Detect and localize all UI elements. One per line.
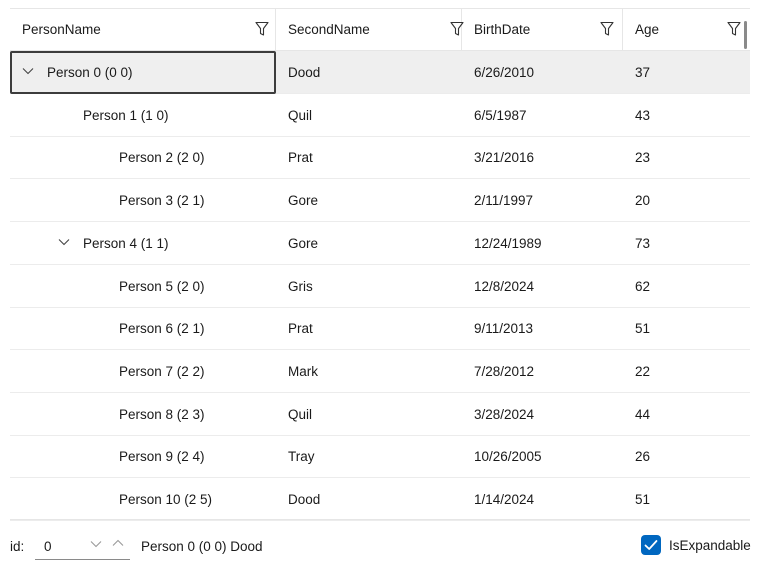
- filter-icon[interactable]: [255, 21, 269, 37]
- second-name-cell: Prat: [288, 321, 313, 337]
- birth-date-cell: 3/21/2016: [474, 150, 535, 166]
- person-name-cell: Person 4 (1 1): [83, 235, 169, 251]
- chevron-down-icon[interactable]: [90, 540, 102, 548]
- filter-icon[interactable]: [727, 21, 741, 37]
- table-row[interactable]: Person 5 (2 0) Gris 12/8/2024 62: [10, 265, 750, 308]
- age-cell: 51: [635, 321, 651, 337]
- age-cell: 20: [635, 193, 651, 209]
- table-row[interactable]: Person 0 (0 0) Dood 6/26/2010 37: [10, 51, 750, 94]
- id-label: id:: [10, 539, 25, 554]
- birth-date-cell: 3/28/2024: [474, 406, 535, 422]
- person-name-cell: Person 9 (2 4): [119, 449, 205, 465]
- chevron-down-icon[interactable]: [22, 67, 34, 75]
- age-cell: 51: [635, 492, 651, 507]
- table-row[interactable]: Person 10 (2 5) Dood 1/14/2024 51: [10, 478, 750, 521]
- person-name-cell: Person 0 (0 0): [47, 65, 133, 80]
- person-name-cell: Person 2 (2 0): [119, 150, 205, 166]
- column-header-second-name[interactable]: SecondName: [276, 9, 464, 50]
- table-row[interactable]: Person 8 (2 3) Quil 3/28/2024 44: [10, 393, 750, 436]
- birth-date-cell: 2/11/1997: [474, 193, 534, 209]
- table-row[interactable]: Person 2 (2 0) Prat 3/21/2016 23: [10, 136, 750, 180]
- table-row[interactable]: Person 3 (2 1) Gore 2/11/1997 20: [10, 179, 750, 223]
- birth-date-cell: 6/26/2010: [474, 65, 535, 80]
- id-number-box[interactable]: 0: [35, 530, 130, 560]
- second-name-cell: Dood: [288, 65, 321, 80]
- table-row[interactable]: Person 1 (1 0) Quil 6/5/1987 43: [10, 94, 750, 137]
- age-cell: 44: [635, 406, 651, 422]
- age-cell: 26: [635, 449, 651, 465]
- grid-header: PersonName SecondName BirthDate Age: [10, 9, 750, 51]
- selected-item-text: Person 0 (0 0) Dood: [141, 539, 263, 554]
- person-name-cell: Person 7 (2 2): [119, 363, 205, 379]
- second-name-cell: Gore: [288, 193, 319, 209]
- person-name-cell: Person 3 (2 1): [119, 193, 205, 209]
- person-name-cell: Person 10 (2 5): [119, 492, 213, 507]
- column-header-person-name[interactable]: PersonName: [10, 9, 276, 50]
- column-header-age[interactable]: Age: [623, 9, 750, 50]
- age-cell: 37: [635, 65, 651, 80]
- table-row[interactable]: Person 4 (1 1) Gore 12/24/1989 73: [10, 222, 750, 265]
- footer-bar: id: 0 Person 0 (0 0) Dood IsExpandable: [0, 528, 760, 568]
- birth-date-cell: 12/24/1989: [474, 235, 542, 251]
- birth-date-cell: 12/8/2024: [474, 278, 535, 294]
- table-row[interactable]: Person 9 (2 4) Tray 10/26/2005 26: [10, 435, 750, 479]
- second-name-cell: Dood: [288, 492, 321, 507]
- checkmark-icon: [644, 540, 658, 550]
- age-cell: 73: [635, 235, 651, 251]
- second-name-cell: Tray: [288, 449, 315, 465]
- chevron-up-icon[interactable]: [112, 539, 124, 547]
- vertical-scrollbar[interactable]: [744, 21, 747, 49]
- person-name-cell: Person 1 (1 0): [83, 107, 169, 123]
- second-name-cell: Gore: [288, 235, 319, 251]
- birth-date-cell: 10/26/2005: [474, 449, 542, 465]
- birth-date-cell: 7/28/2012: [474, 363, 535, 379]
- tree-data-grid: PersonName SecondName BirthDate Age Pers…: [10, 8, 750, 521]
- person-name-cell: Person 6 (2 1): [119, 321, 205, 337]
- person-name-cell: Person 8 (2 3): [119, 406, 205, 422]
- column-header-label: PersonName: [22, 22, 101, 37]
- second-name-cell: Quil: [288, 406, 313, 422]
- second-name-cell: Quil: [288, 107, 313, 123]
- second-name-cell: Gris: [288, 278, 313, 294]
- column-header-label: BirthDate: [474, 22, 531, 37]
- table-row[interactable]: Person 6 (2 1) Prat 9/11/2013 51: [10, 307, 750, 351]
- age-cell: 23: [635, 150, 651, 166]
- column-header-birth-date[interactable]: BirthDate: [462, 9, 623, 50]
- is-expandable-label[interactable]: IsExpandable: [669, 538, 751, 553]
- chevron-down-icon[interactable]: [58, 238, 70, 246]
- birth-date-cell: 6/5/1987: [474, 107, 527, 123]
- table-row[interactable]: Person 7 (2 2) Mark 7/28/2012 22: [10, 350, 750, 393]
- age-cell: 43: [635, 107, 651, 123]
- birth-date-cell: 1/14/2024: [474, 492, 535, 507]
- age-cell: 22: [635, 363, 651, 379]
- id-value[interactable]: 0: [44, 539, 52, 554]
- second-name-cell: Mark: [288, 363, 318, 379]
- filter-icon[interactable]: [600, 21, 614, 37]
- age-cell: 62: [635, 278, 651, 294]
- column-header-label: Age: [635, 22, 660, 37]
- column-header-label: SecondName: [288, 22, 370, 37]
- second-name-cell: Prat: [288, 150, 313, 166]
- person-name-cell: Person 5 (2 0): [119, 278, 205, 294]
- is-expandable-checkbox[interactable]: [641, 535, 661, 555]
- birth-date-cell: 9/11/2013: [474, 321, 534, 337]
